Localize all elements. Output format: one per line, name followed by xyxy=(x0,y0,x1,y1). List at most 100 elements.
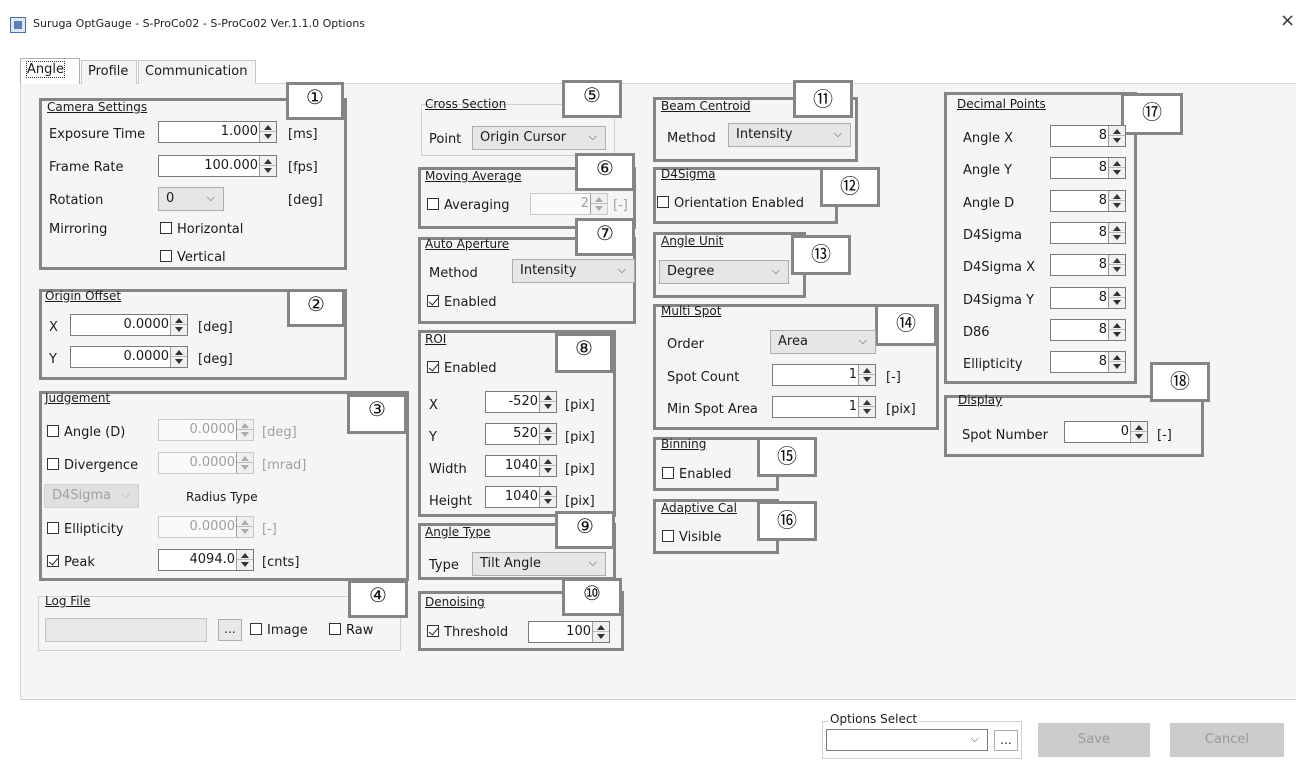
peak-checkbox[interactable]: Peak xyxy=(47,555,95,570)
threshold-input[interactable]: 100 xyxy=(528,621,610,643)
centroid-method-label: Method xyxy=(667,131,716,146)
decimal-row-label: D86 xyxy=(963,324,990,340)
radius-type-value: D4Sigma xyxy=(52,488,112,503)
close-icon[interactable]: × xyxy=(1280,12,1295,30)
checkbox-icon xyxy=(47,522,59,534)
angle-d-checkbox[interactable]: Angle (D) xyxy=(47,425,125,440)
spinner-arrows-icon[interactable] xyxy=(236,517,253,537)
multi-spot-title: Multi Spot xyxy=(661,304,722,318)
orientation-enabled-checkbox[interactable]: Orientation Enabled xyxy=(657,196,804,211)
ellipticity-value: 0.0000 xyxy=(189,519,236,534)
spot-number-input[interactable]: 0 xyxy=(1064,421,1148,443)
spinner-arrows-icon[interactable] xyxy=(539,392,556,412)
spinner-arrows-icon[interactable] xyxy=(236,453,253,473)
log-file-browse-button[interactable]: ... xyxy=(218,619,242,641)
spinner-arrows-icon[interactable] xyxy=(1108,190,1125,211)
binning-enabled-checkbox[interactable]: Enabled xyxy=(662,467,732,482)
roi-x-input[interactable]: -520 xyxy=(485,391,557,413)
decimal-row-input[interactable]: 8 xyxy=(1050,254,1126,277)
offset-x-label: X xyxy=(49,320,58,335)
vertical-checkbox[interactable]: Vertical xyxy=(160,250,226,265)
offset-y-input[interactable]: 0.0000 xyxy=(70,346,188,368)
spinner-arrows-icon[interactable] xyxy=(1108,287,1125,308)
decimal-row-input[interactable]: 8 xyxy=(1050,189,1126,212)
roi-y-input[interactable]: 520 xyxy=(485,423,557,445)
point-select[interactable]: Origin Cursor ⌵ xyxy=(472,126,606,150)
spinner-arrows-icon[interactable] xyxy=(236,420,253,440)
frame-rate-input[interactable]: 100.000 xyxy=(158,155,277,177)
spinner-arrows-icon[interactable] xyxy=(539,456,556,476)
log-file-path-input[interactable] xyxy=(45,618,207,642)
aperture-method-select[interactable]: Intensity ⌵ xyxy=(512,259,635,283)
options-browse-button[interactable]: ... xyxy=(994,730,1018,751)
spinner-arrows-icon[interactable] xyxy=(259,122,276,142)
log-raw-checkbox[interactable]: Raw xyxy=(329,623,373,638)
options-select[interactable]: ⌵ xyxy=(826,729,988,751)
spinner-arrows-icon[interactable] xyxy=(170,315,187,335)
ellipticity-label: Ellipticity xyxy=(64,522,124,537)
spinner-arrows-icon[interactable] xyxy=(259,156,276,176)
decimal-row-input[interactable]: 8 xyxy=(1050,286,1126,309)
tab-angle[interactable]: Angle xyxy=(20,58,80,84)
spinner-arrows-icon[interactable] xyxy=(858,397,875,417)
spinner-arrows-icon[interactable] xyxy=(236,550,253,570)
centroid-method-select[interactable]: Intensity ⌵ xyxy=(728,123,851,147)
checkbox-icon xyxy=(662,467,674,479)
spinner-arrows-icon[interactable] xyxy=(1108,319,1125,340)
adaptive-visible-checkbox[interactable]: Visible xyxy=(662,530,721,545)
horizontal-checkbox[interactable]: Horizontal xyxy=(160,222,243,237)
checkbox-icon xyxy=(662,530,674,542)
checkbox-icon xyxy=(250,623,262,635)
angle-d-input[interactable]: 0.0000 xyxy=(158,419,254,441)
roi-height-input[interactable]: 1040 xyxy=(485,486,557,508)
radius-type-select[interactable]: D4Sigma ⌵ xyxy=(44,484,139,508)
spinner-arrows-icon[interactable] xyxy=(590,194,607,214)
spinner-arrows-icon[interactable] xyxy=(858,365,875,385)
roi-height-value: 1040 xyxy=(504,489,538,504)
decimal-row-input[interactable]: 8 xyxy=(1050,351,1126,374)
divergence-label: Divergence xyxy=(64,458,139,473)
tab-profile[interactable]: Profile xyxy=(81,60,137,84)
spinner-arrows-icon[interactable] xyxy=(1130,422,1147,442)
spinner-arrows-icon[interactable] xyxy=(539,424,556,444)
ellipticity-input[interactable]: 0.0000 xyxy=(158,516,254,538)
peak-input[interactable]: 4094.0 xyxy=(158,549,254,571)
save-button[interactable]: Save xyxy=(1038,723,1150,757)
spinner-arrows-icon[interactable] xyxy=(592,622,609,642)
offset-x-input[interactable]: 0.0000 xyxy=(70,314,188,336)
decimal-row-input[interactable]: 8 xyxy=(1050,318,1126,341)
rotation-value: 0 xyxy=(166,191,175,206)
threshold-checkbox[interactable]: Threshold xyxy=(427,625,508,640)
spinner-arrows-icon[interactable] xyxy=(1108,222,1125,243)
decimal-row-label: Angle X xyxy=(963,131,1014,146)
decimal-row-input[interactable]: 8 xyxy=(1050,157,1126,180)
aperture-enabled-checkbox[interactable]: Enabled xyxy=(427,295,497,310)
cancel-button[interactable]: Cancel xyxy=(1170,723,1284,757)
spinner-arrows-icon[interactable] xyxy=(1108,255,1125,276)
spot-count-input[interactable]: 1 xyxy=(772,364,876,386)
min-spot-area-input[interactable]: 1 xyxy=(772,396,876,418)
spinner-arrows-icon[interactable] xyxy=(170,347,187,367)
decimal-row-input[interactable]: 8 xyxy=(1050,125,1126,147)
averaging-input[interactable]: 2 xyxy=(530,193,608,215)
spinner-arrows-icon[interactable] xyxy=(539,487,556,507)
spinner-arrows-icon[interactable] xyxy=(1108,352,1125,373)
order-select[interactable]: Area ⌵ xyxy=(770,330,876,354)
averaging-checkbox[interactable]: Averaging xyxy=(427,198,510,213)
divergence-checkbox[interactable]: Divergence xyxy=(47,458,138,473)
checkmark-icon xyxy=(427,361,439,373)
tab-communication[interactable]: Communication xyxy=(138,60,256,84)
decimal-row-input[interactable]: 8 xyxy=(1050,221,1126,244)
roi-enabled-checkbox[interactable]: Enabled xyxy=(427,361,497,376)
log-image-checkbox[interactable]: Image xyxy=(250,623,308,638)
ellipticity-checkbox[interactable]: Ellipticity xyxy=(47,522,124,537)
exposure-time-input[interactable]: 1.000 xyxy=(158,121,277,143)
roi-width-input[interactable]: 1040 xyxy=(485,455,557,477)
angle-type-select[interactable]: Tilt Angle ⌵ xyxy=(472,552,606,576)
angle-unit-select[interactable]: Degree ⌵ xyxy=(659,260,789,284)
binning-enabled-label: Enabled xyxy=(679,467,732,482)
spinner-arrows-icon[interactable] xyxy=(1108,126,1125,146)
divergence-input[interactable]: 0.0000 xyxy=(158,452,254,474)
spinner-arrows-icon[interactable] xyxy=(1108,158,1125,179)
rotation-select[interactable]: 0 ⌵ xyxy=(158,187,224,211)
